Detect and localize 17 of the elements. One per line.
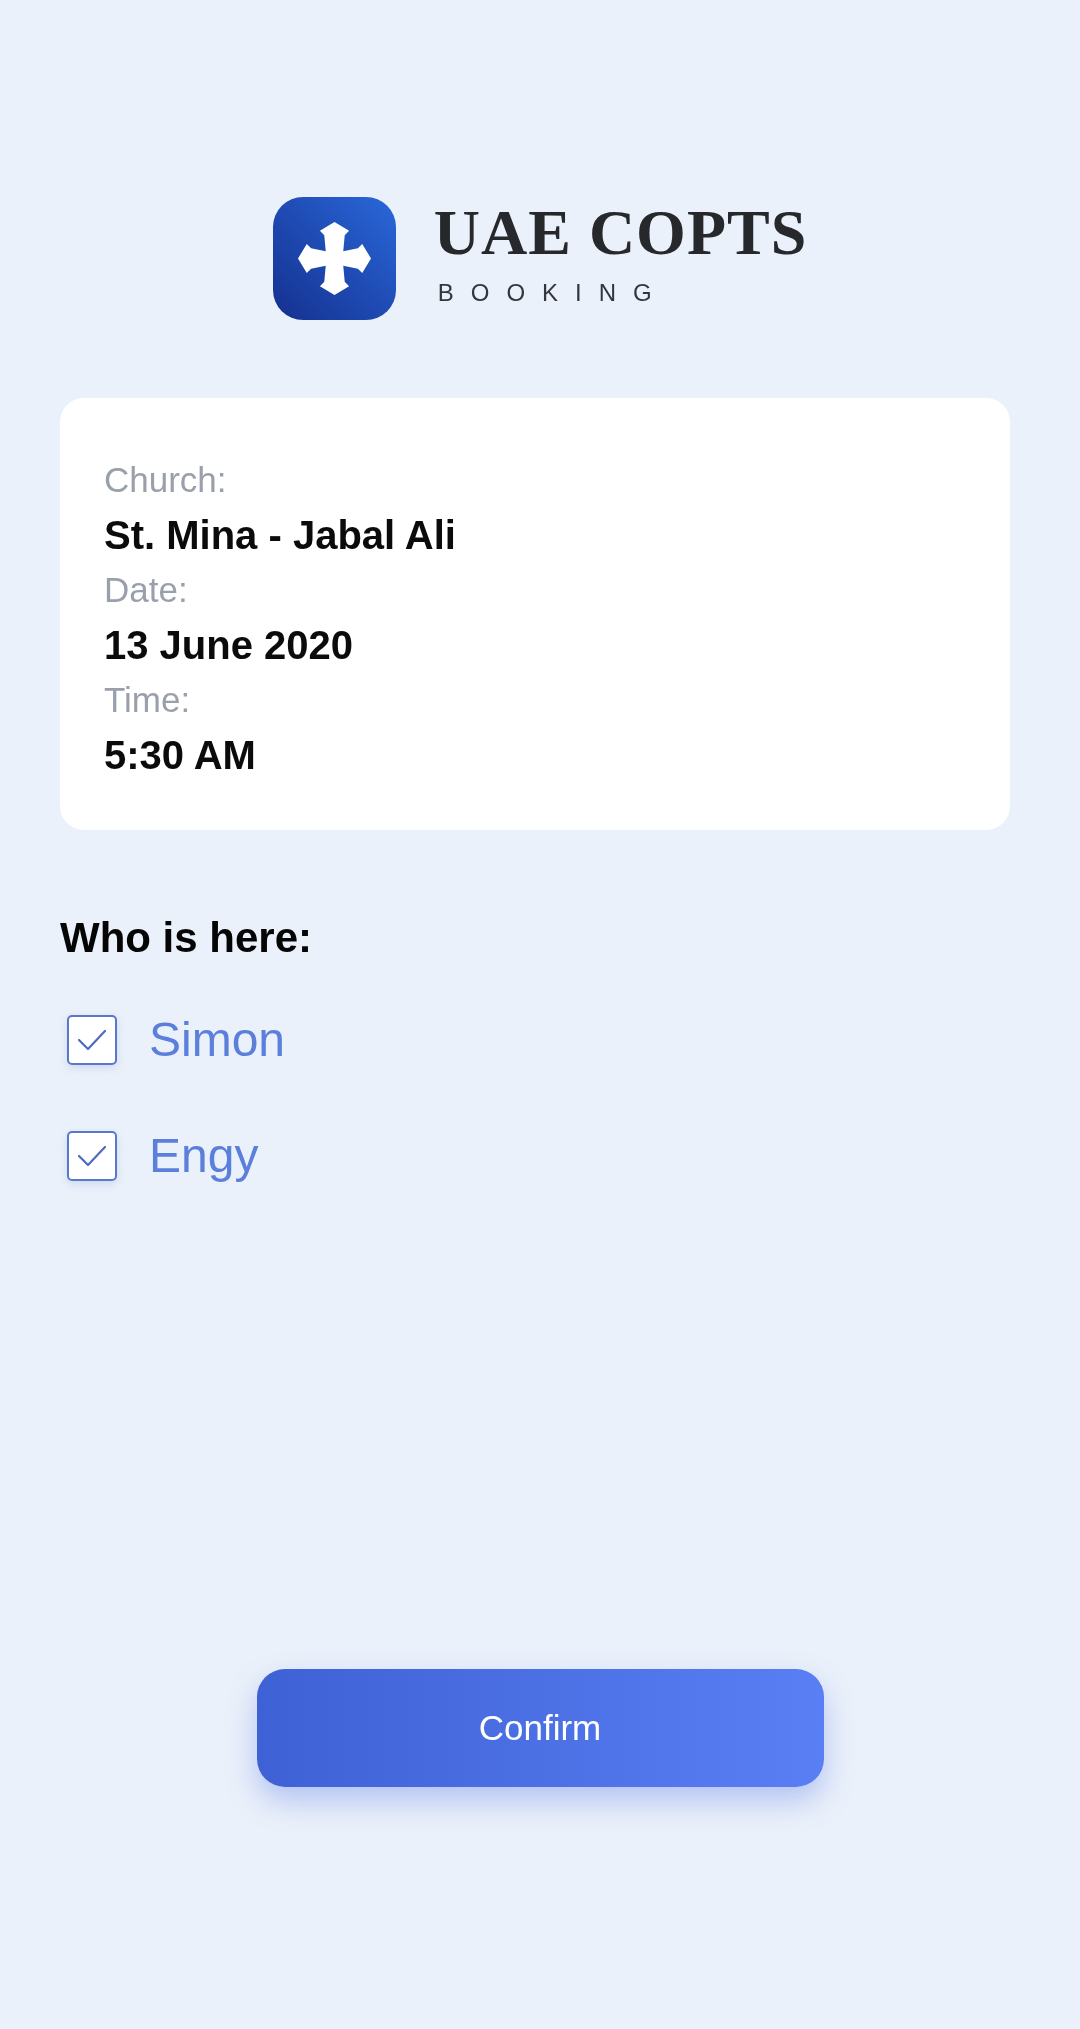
attendee-name[interactable]: Simon bbox=[149, 1015, 286, 1065]
app-title: UAE COPTS bbox=[433, 201, 808, 265]
attendee-name[interactable]: Engy bbox=[149, 1131, 259, 1181]
confirm-button[interactable]: Confirm bbox=[256, 1669, 824, 1787]
check-icon bbox=[78, 1145, 106, 1167]
field-value: 5:30 AM bbox=[104, 732, 257, 779]
checkbox[interactable] bbox=[67, 1015, 117, 1065]
app-subtitle: BOOKING bbox=[437, 281, 670, 305]
field-value: St. Mina - Jabal Ali bbox=[104, 512, 457, 559]
field-label: Date: bbox=[104, 569, 189, 611]
section-heading: Who is here: bbox=[60, 917, 313, 959]
checkbox[interactable] bbox=[67, 1131, 117, 1181]
check-icon bbox=[78, 1029, 106, 1051]
field-label: Time: bbox=[104, 679, 192, 721]
field-label: Church: bbox=[104, 459, 228, 501]
field-value: 13 June 2020 bbox=[104, 622, 355, 669]
cross-logo-icon bbox=[272, 197, 396, 320]
